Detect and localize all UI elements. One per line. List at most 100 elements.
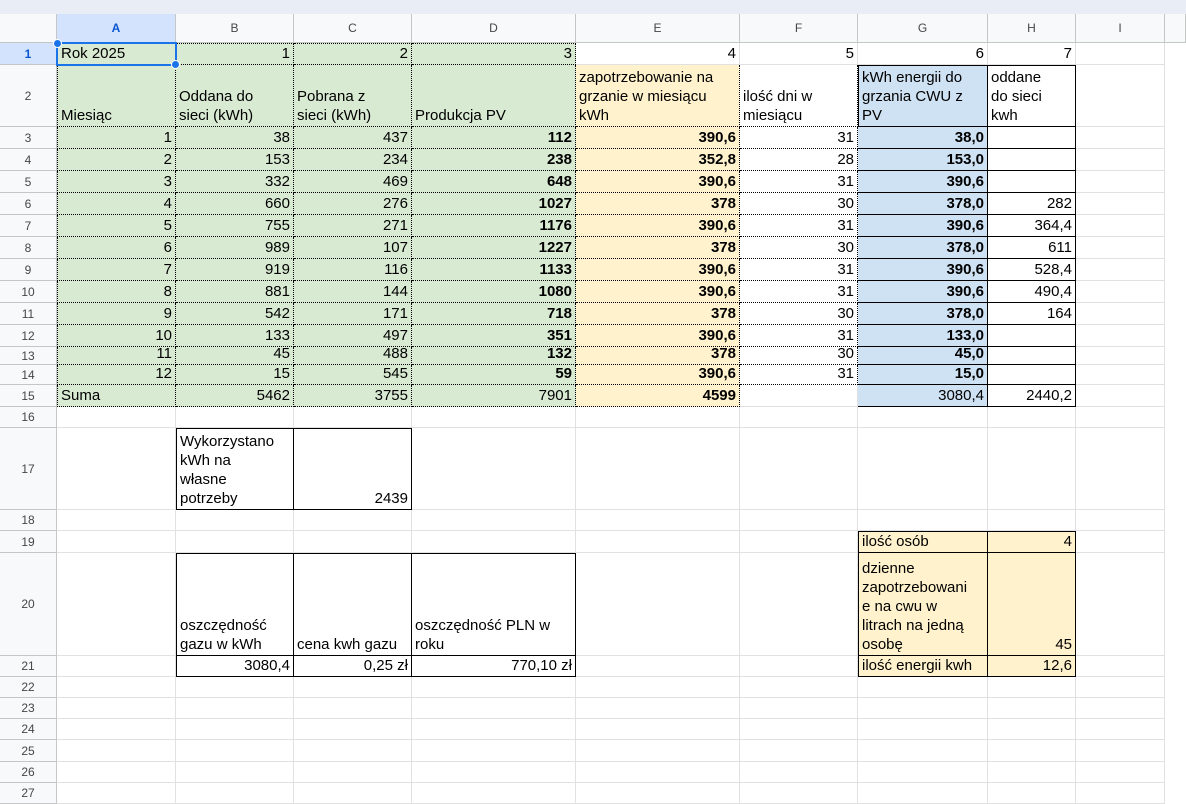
cell-a17[interactable] (57, 428, 176, 510)
cell-i11[interactable] (1076, 303, 1165, 325)
cell-f16[interactable] (740, 407, 858, 428)
cell-i20[interactable] (1076, 553, 1165, 656)
row-header-5[interactable]: 5 (0, 171, 57, 193)
cell-c15[interactable]: 3755 (294, 385, 412, 407)
cell-f25[interactable] (740, 740, 858, 762)
cell-g19[interactable]: ilość osób (858, 531, 988, 553)
cell-f2[interactable]: ilość dni w miesiącu (740, 65, 858, 127)
cell-a27[interactable] (57, 783, 176, 804)
cell-g21[interactable]: ilość energii kwh (858, 656, 988, 677)
cell-d8[interactable]: 1227 (412, 237, 576, 259)
column-header-d[interactable]: D (412, 14, 576, 43)
cell-e20[interactable] (576, 553, 740, 656)
cell-d21[interactable]: 770,10 zł (412, 656, 576, 677)
cell-c5[interactable]: 469 (294, 171, 412, 193)
cell-f8[interactable]: 30 (740, 237, 858, 259)
cell-b8[interactable]: 989 (176, 237, 294, 259)
cell-c11[interactable]: 171 (294, 303, 412, 325)
row-header-13[interactable]: 13 (0, 347, 57, 365)
cell-h7[interactable]: 364,4 (988, 215, 1076, 237)
cell-f10[interactable]: 31 (740, 281, 858, 303)
cell-b4[interactable]: 153 (176, 149, 294, 171)
cell-g23[interactable] (858, 698, 988, 719)
cell-i2[interactable] (1076, 65, 1165, 127)
cell-a21[interactable] (57, 656, 176, 677)
cell-i21[interactable] (1076, 656, 1165, 677)
cell-i25[interactable] (1076, 740, 1165, 762)
row-header-12[interactable]: 12 (0, 325, 57, 347)
cell-d25[interactable] (412, 740, 576, 762)
cell-f23[interactable] (740, 698, 858, 719)
cell-h6[interactable]: 282 (988, 193, 1076, 215)
cell-h22[interactable] (988, 677, 1076, 698)
cell-c6[interactable]: 276 (294, 193, 412, 215)
cell-a25[interactable] (57, 740, 176, 762)
row-header-9[interactable]: 9 (0, 259, 57, 281)
cell-b7[interactable]: 755 (176, 215, 294, 237)
cell-d24[interactable] (412, 719, 576, 740)
cell-d27[interactable] (412, 783, 576, 804)
cell-c17[interactable]: 2439 (294, 428, 412, 510)
cell-c4[interactable]: 234 (294, 149, 412, 171)
cell-b23[interactable] (176, 698, 294, 719)
cell-h4[interactable] (988, 149, 1076, 171)
row-header-1[interactable]: 1 (0, 43, 57, 65)
column-header-e[interactable]: E (576, 14, 740, 43)
cell-d19[interactable] (412, 531, 576, 553)
cell-i18[interactable] (1076, 510, 1165, 531)
cell-c23[interactable] (294, 698, 412, 719)
cell-c25[interactable] (294, 740, 412, 762)
cell-a4[interactable]: 2 (57, 149, 176, 171)
cell-g25[interactable] (858, 740, 988, 762)
cell-f18[interactable] (740, 510, 858, 531)
cell-a2[interactable]: Miesiąc (57, 65, 176, 127)
cell-c10[interactable]: 144 (294, 281, 412, 303)
cell-a19[interactable] (57, 531, 176, 553)
cell-d4[interactable]: 238 (412, 149, 576, 171)
cell-h27[interactable] (988, 783, 1076, 804)
cell-d16[interactable] (412, 407, 576, 428)
cell-g26[interactable] (858, 762, 988, 783)
cell-f12[interactable]: 31 (740, 325, 858, 347)
cell-c12[interactable]: 497 (294, 325, 412, 347)
row-header-16[interactable]: 16 (0, 407, 57, 428)
cell-b5[interactable]: 332 (176, 171, 294, 193)
cell-e27[interactable] (576, 783, 740, 804)
cell-f20[interactable] (740, 553, 858, 656)
cell-f4[interactable]: 28 (740, 149, 858, 171)
cell-e13[interactable]: 378 (576, 347, 740, 365)
cell-d23[interactable] (412, 698, 576, 719)
cell-c2[interactable]: Pobrana z sieci (kWh) (294, 65, 412, 127)
cell-f26[interactable] (740, 762, 858, 783)
cell-e6[interactable]: 378 (576, 193, 740, 215)
cell-e3[interactable]: 390,6 (576, 127, 740, 149)
cell-f24[interactable] (740, 719, 858, 740)
row-header-23[interactable]: 23 (0, 698, 57, 719)
cell-g20[interactable]: dzienne zapotrzebowani e na cwu w litrach n… (858, 553, 988, 656)
cell-a5[interactable]: 3 (57, 171, 176, 193)
column-header-g[interactable]: G (858, 14, 988, 43)
cell-g13[interactable]: 45,0 (858, 347, 988, 365)
cell-c24[interactable] (294, 719, 412, 740)
cell-i26[interactable] (1076, 762, 1165, 783)
row-header-4[interactable]: 4 (0, 149, 57, 171)
cell-h10[interactable]: 490,4 (988, 281, 1076, 303)
cell-h8[interactable]: 611 (988, 237, 1076, 259)
cell-b18[interactable] (176, 510, 294, 531)
cell-g7[interactable]: 390,6 (858, 215, 988, 237)
cell-d3[interactable]: 112 (412, 127, 576, 149)
cell-h24[interactable] (988, 719, 1076, 740)
row-header-25[interactable]: 25 (0, 740, 57, 762)
cell-f19[interactable] (740, 531, 858, 553)
cell-c7[interactable]: 271 (294, 215, 412, 237)
cell-e2[interactable]: zapotrzebowanie na grzanie w miesiącu kWh (576, 65, 740, 127)
cell-a14[interactable]: 12 (57, 365, 176, 385)
cell-i15[interactable] (1076, 385, 1165, 407)
cell-i16[interactable] (1076, 407, 1165, 428)
cell-h13[interactable] (988, 347, 1076, 365)
cell-i9[interactable] (1076, 259, 1165, 281)
selection-handle-bottom-right[interactable] (171, 60, 180, 69)
cell-i17[interactable] (1076, 428, 1165, 510)
cell-a26[interactable] (57, 762, 176, 783)
cell-g12[interactable]: 133,0 (858, 325, 988, 347)
